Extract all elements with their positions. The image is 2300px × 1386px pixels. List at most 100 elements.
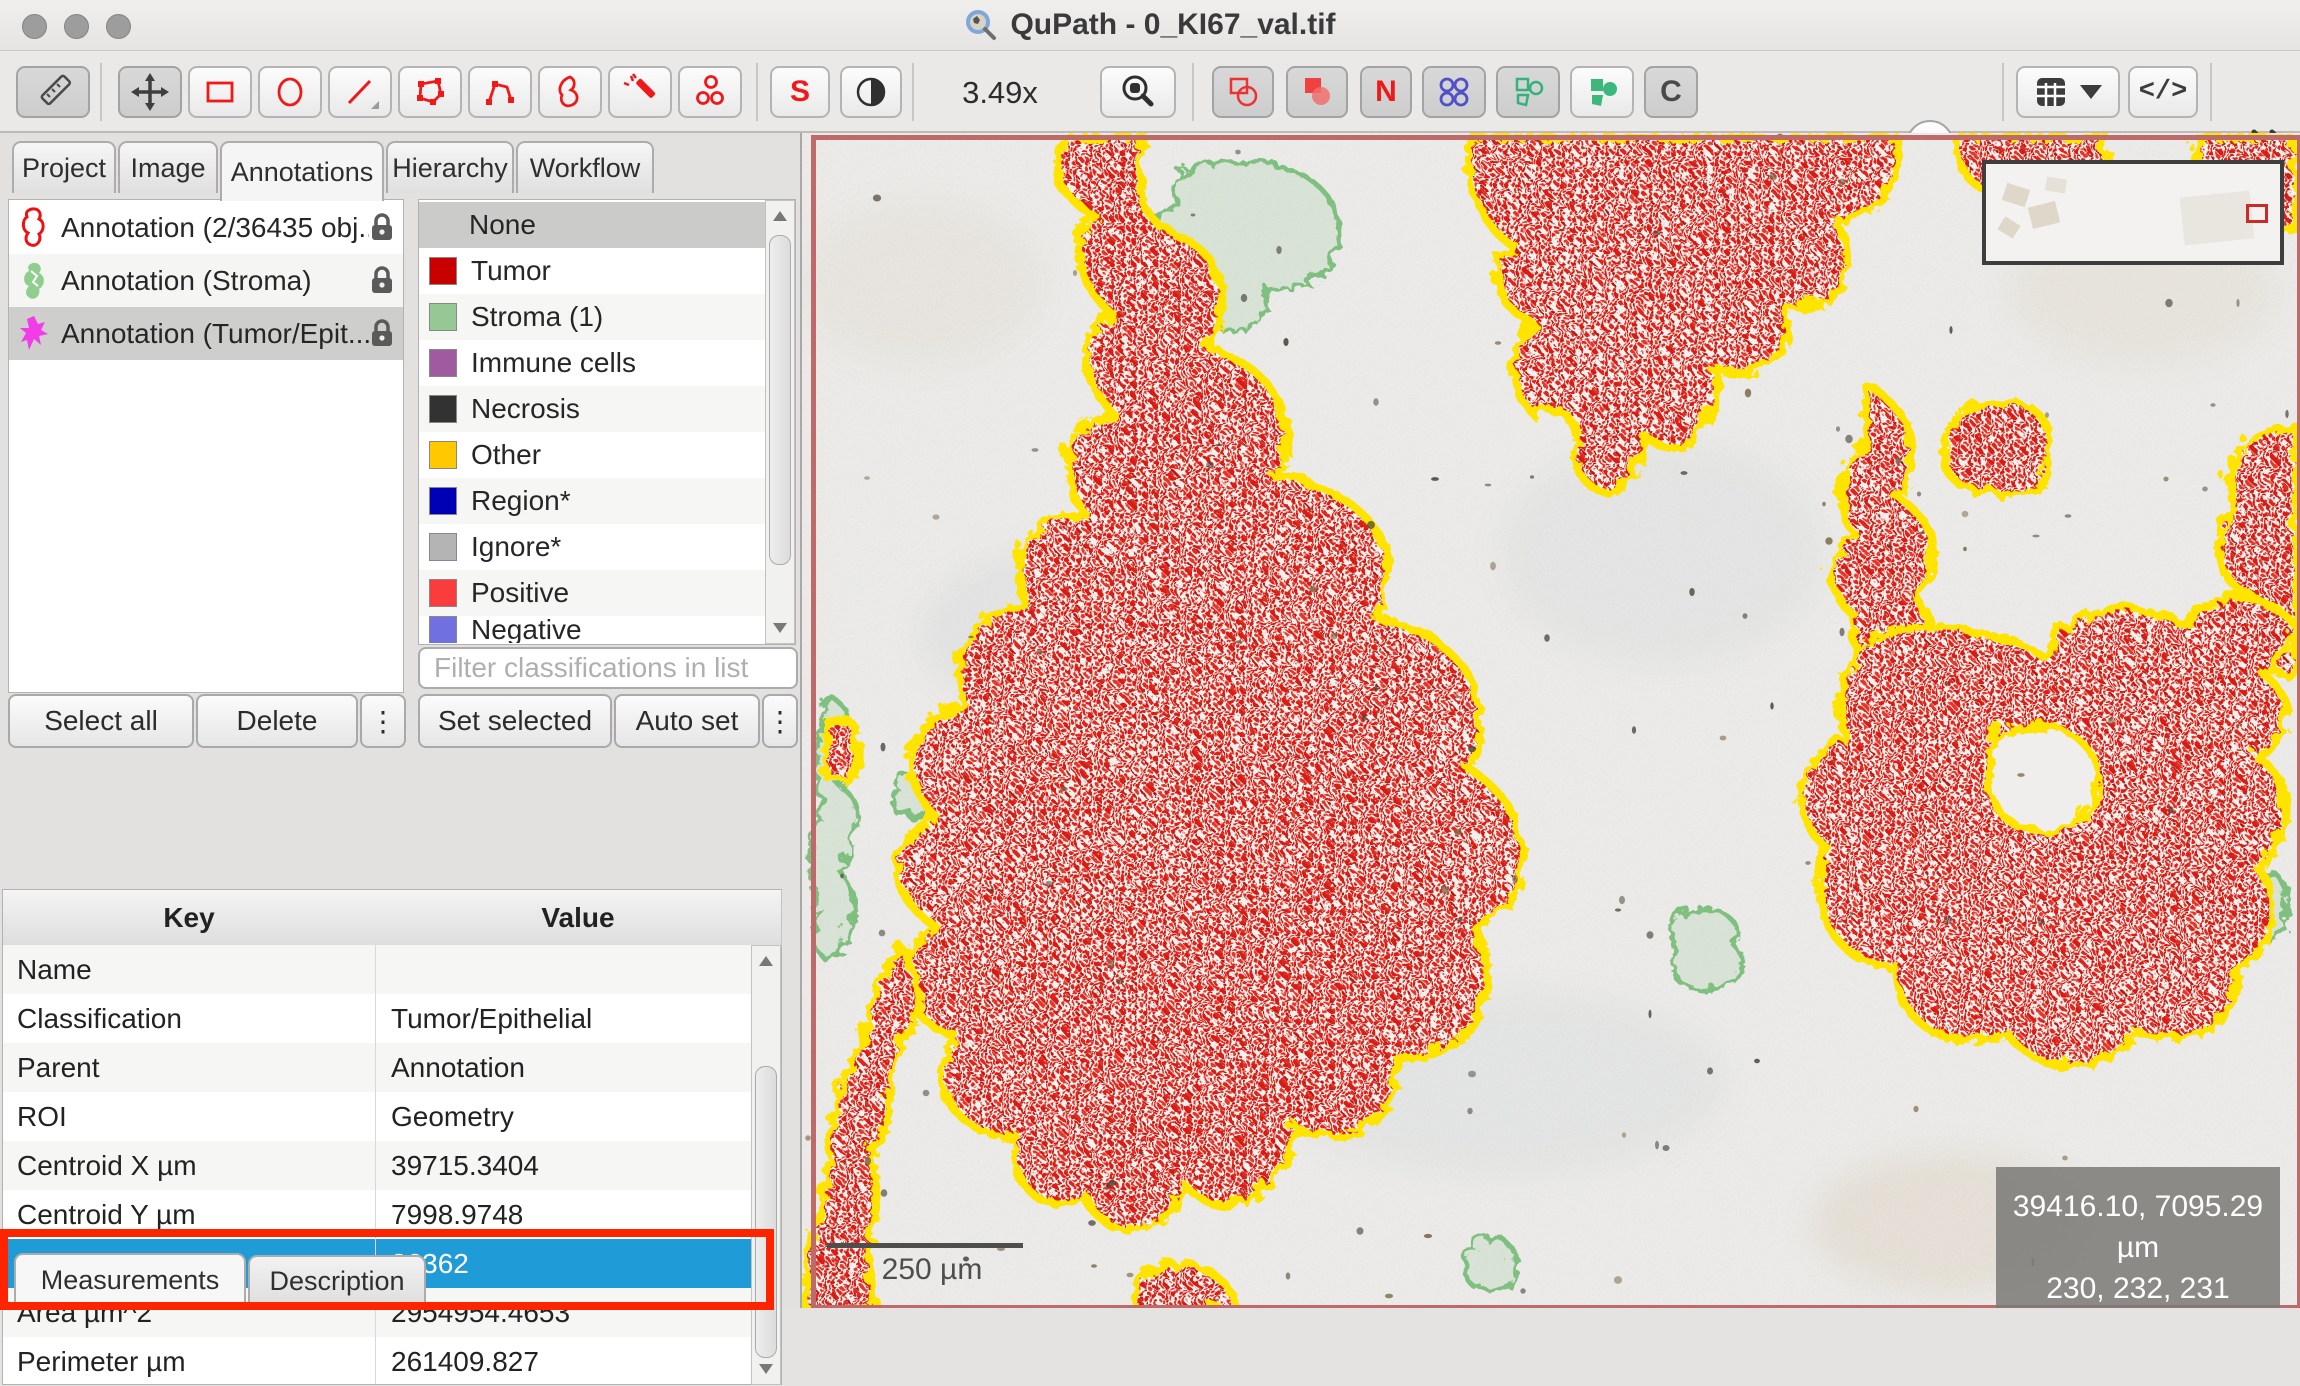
table-scrollbar[interactable] — [751, 945, 781, 1385]
maximize-button[interactable] — [106, 14, 131, 39]
table-row[interactable]: Centroid X µm 39715.3404 — [3, 1141, 781, 1190]
column-header-key[interactable]: Key — [3, 890, 376, 947]
class-row-label: Stroma (1) — [471, 301, 603, 333]
row-key: Centroid X µm — [3, 1150, 375, 1182]
close-button[interactable] — [22, 14, 47, 39]
annotation-row-label: Annotation (Tumor/Epit... — [61, 318, 369, 350]
row-value: 7998.9748 — [375, 1199, 523, 1231]
class-row-necrosis[interactable]: Necrosis — [419, 386, 795, 432]
slide-canvas[interactable] — [802, 133, 2300, 1308]
toolbar-separator — [756, 63, 758, 121]
class-list: None Tumor Stroma (1) Immune cells Necro… — [418, 199, 796, 645]
class-row-positive[interactable]: Positive — [419, 570, 795, 616]
tab-workflow[interactable]: Workflow — [516, 141, 654, 193]
delete-button[interactable]: Delete — [196, 694, 358, 748]
class-list-scrollbar[interactable] — [765, 200, 795, 644]
scrollbar-thumb[interactable] — [755, 1066, 777, 1358]
class-color-swatch — [429, 579, 457, 607]
class-row-other[interactable]: Other — [419, 432, 795, 478]
tab-description-label: Description — [269, 1266, 404, 1297]
tab-annotations[interactable]: Annotations — [220, 141, 384, 201]
ellipse-tool-button[interactable] — [258, 66, 322, 118]
minimize-button[interactable] — [64, 14, 89, 39]
overview-viewport-rectangle[interactable] — [2246, 204, 2268, 223]
rectangle-tool-button[interactable] — [188, 66, 252, 118]
annotation-row-selected[interactable]: Annotation (Tumor/Epit... — [9, 307, 403, 360]
table-row[interactable]: Name — [3, 945, 781, 994]
tab-image[interactable]: Image — [118, 141, 218, 193]
wand-tool-button[interactable] — [608, 66, 672, 118]
scroll-up-icon[interactable] — [759, 956, 773, 966]
show-classes-toggle[interactable] — [1570, 66, 1634, 118]
class-row-label: Ignore* — [471, 531, 561, 563]
row-key: Classification — [3, 1003, 375, 1035]
column-divider — [375, 945, 376, 1384]
row-value: 261409.827 — [375, 1346, 539, 1378]
class-color-swatch — [429, 616, 457, 643]
move-tool-button[interactable] — [118, 66, 182, 118]
brightness-contrast-button[interactable] — [840, 66, 902, 118]
slide-ruler-tool-button[interactable] — [16, 66, 90, 118]
annotation-row[interactable]: Annotation (2/36435 obj... — [9, 201, 403, 254]
line-tool-button[interactable] — [328, 66, 392, 118]
class-filter-input[interactable] — [418, 647, 798, 689]
show-annotations-toggle[interactable] — [1212, 66, 1274, 118]
scroll-up-icon[interactable] — [773, 211, 787, 221]
image-viewer[interactable]: 250 µm 39416.10, 7095.29 µm 230, 232, 23… — [802, 133, 2300, 1308]
row-key: Centroid Y µm — [3, 1199, 375, 1231]
tab-project-label: Project — [22, 153, 106, 184]
more-options-icon: ⋮ — [369, 705, 397, 738]
annotation-more-button[interactable]: ⋮ — [360, 694, 406, 748]
fill-annotations-toggle[interactable] — [1286, 66, 1348, 118]
annotation-row[interactable]: Annotation (Stroma) — [9, 254, 403, 307]
table-row[interactable]: Parent Annotation — [3, 1043, 781, 1092]
class-row-ignore[interactable]: Ignore* — [419, 524, 795, 570]
tab-measurements[interactable]: Measurements — [14, 1253, 246, 1305]
show-connections-toggle[interactable]: C — [1644, 66, 1698, 118]
select-all-button[interactable]: Select all — [8, 694, 194, 748]
show-detections-toggle[interactable] — [1422, 66, 1486, 118]
fill-detections-toggle[interactable] — [1496, 66, 1560, 118]
row-key: Perimeter µm — [3, 1346, 375, 1378]
selection-mode-button[interactable]: S — [770, 66, 830, 118]
class-row-tumor[interactable]: Tumor — [419, 248, 795, 294]
row-value: Tumor/Epithelial — [375, 1003, 592, 1035]
annotations-outline-icon — [1224, 73, 1262, 111]
show-names-toggle[interactable]: N — [1360, 66, 1412, 118]
tab-description[interactable]: Description — [248, 1255, 426, 1305]
set-selected-button[interactable]: Set selected — [418, 694, 612, 748]
measurement-tables-button[interactable] — [2016, 66, 2120, 118]
class-row-immune-cells[interactable]: Immune cells — [419, 340, 795, 386]
polygon-tool-button[interactable] — [398, 66, 462, 118]
table-row[interactable]: Centroid Y µm 7998.9748 — [3, 1190, 781, 1239]
table-row[interactable]: ROI Geometry — [3, 1092, 781, 1141]
scroll-down-icon[interactable] — [759, 1364, 773, 1374]
class-row-stroma[interactable]: Stroma (1) — [419, 294, 795, 340]
table-icon — [2034, 75, 2068, 109]
class-row-negative[interactable]: Negative — [419, 616, 795, 643]
class-more-button[interactable]: ⋮ — [762, 694, 798, 748]
auto-set-button[interactable]: Auto set — [614, 694, 760, 748]
tab-project[interactable]: Project — [12, 141, 116, 193]
zoom-to-fit-button[interactable] — [1100, 66, 1176, 118]
overview-thumbnail[interactable] — [1982, 160, 2284, 265]
brush-tool-button[interactable] — [538, 66, 602, 118]
script-editor-button[interactable]: </> — [2128, 66, 2198, 118]
class-row-region[interactable]: Region* — [419, 478, 795, 524]
magnification-value[interactable]: 3.49x — [925, 75, 1075, 111]
scroll-down-icon[interactable] — [773, 623, 787, 633]
line-icon — [341, 73, 379, 111]
toolbar-separator — [1192, 63, 1194, 121]
scrollbar-thumb[interactable] — [769, 235, 791, 565]
tab-hierarchy[interactable]: Hierarchy — [386, 141, 514, 193]
table-row[interactable]: Classification Tumor/Epithelial — [3, 994, 781, 1043]
table-row[interactable]: Perimeter µm 261409.827 — [3, 1337, 781, 1386]
contrast-icon — [853, 74, 889, 110]
class-row-none[interactable]: None — [419, 202, 795, 248]
column-header-value[interactable]: Value — [375, 890, 782, 947]
scale-bar-label: 250 µm — [847, 1253, 1017, 1287]
brush-icon — [551, 73, 589, 111]
annotation-filled-icon — [17, 259, 51, 303]
polyline-tool-button[interactable] — [468, 66, 532, 118]
points-tool-button[interactable] — [678, 66, 742, 118]
